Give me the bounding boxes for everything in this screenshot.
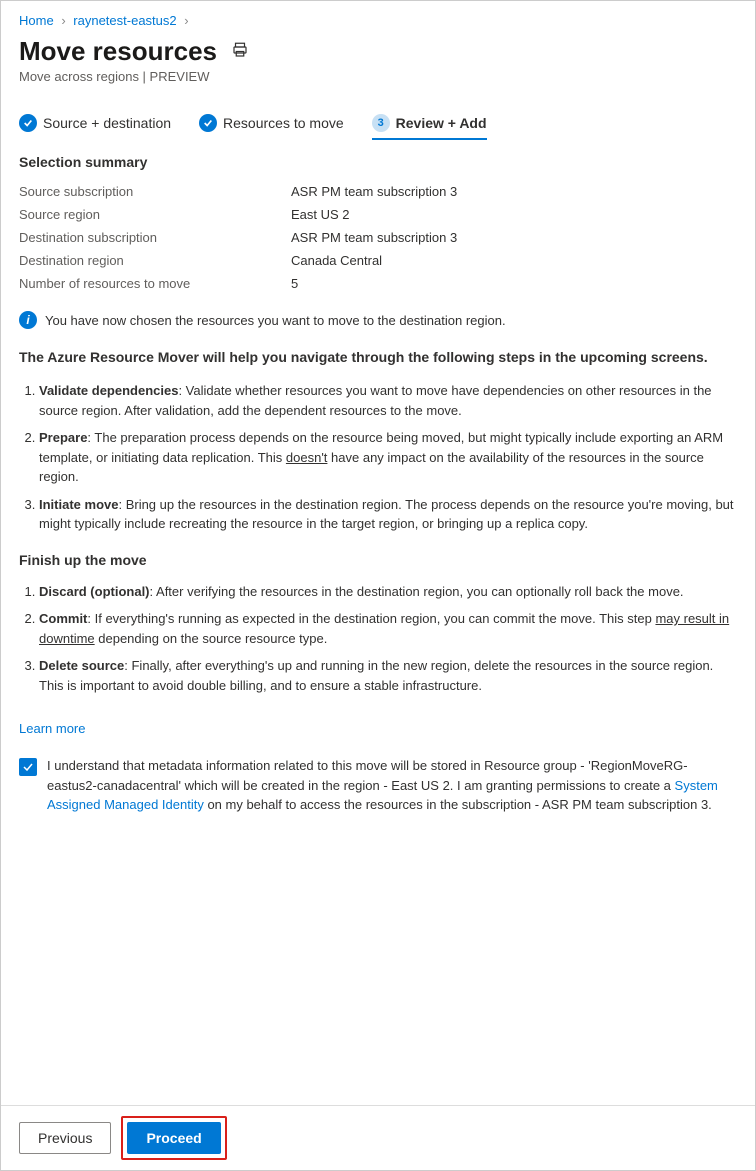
finish-steps-list: Discard (optional): After verifying the … <box>19 578 737 700</box>
wizard-tabs: Source + destination Resources to move 3… <box>19 108 737 140</box>
summary-key: Destination subscription <box>19 230 291 245</box>
list-item: Initiate move: Bring up the resources in… <box>39 491 737 538</box>
selection-summary-table: Source subscription ASR PM team subscrip… <box>19 180 737 295</box>
tab-source-destination[interactable]: Source + destination <box>19 108 171 140</box>
summary-value: 5 <box>291 276 298 291</box>
page-subtitle: Move across regions | PREVIEW <box>19 69 737 84</box>
wizard-footer: Previous Proceed <box>1 1105 755 1170</box>
summary-value: East US 2 <box>291 207 350 222</box>
summary-value: Canada Central <box>291 253 382 268</box>
consent-row: I understand that metadata information r… <box>19 756 737 815</box>
info-text: You have now chosen the resources you wa… <box>45 313 506 328</box>
finish-heading: Finish up the move <box>19 552 737 568</box>
info-banner: i You have now chosen the resources you … <box>19 311 737 329</box>
consent-checkbox[interactable] <box>19 758 37 776</box>
breadcrumb-home[interactable]: Home <box>19 13 54 28</box>
tab-resources-to-move[interactable]: Resources to move <box>199 108 344 140</box>
prepare-steps-list: Validate dependencies: Validate whether … <box>19 377 737 538</box>
tab-label: Resources to move <box>223 115 344 131</box>
summary-key: Source subscription <box>19 184 291 199</box>
steps-intro: The Azure Resource Mover will help you n… <box>19 349 737 365</box>
chevron-right-icon: › <box>57 13 69 28</box>
tab-label: Review + Add <box>396 115 487 131</box>
info-icon: i <box>19 311 37 329</box>
selection-summary-heading: Selection summary <box>19 154 737 170</box>
summary-value: ASR PM team subscription 3 <box>291 184 457 199</box>
summary-key: Destination region <box>19 253 291 268</box>
previous-button[interactable]: Previous <box>19 1122 111 1154</box>
list-item: Validate dependencies: Validate whether … <box>39 377 737 424</box>
page-title: Move resources <box>19 36 217 67</box>
list-item: Discard (optional): After verifying the … <box>39 578 737 606</box>
list-item: Commit: If everything's running as expec… <box>39 605 737 652</box>
proceed-highlight: Proceed <box>121 1116 226 1160</box>
list-item: Delete source: Finally, after everything… <box>39 652 737 699</box>
learn-more-link[interactable]: Learn more <box>19 721 85 736</box>
breadcrumb-resource[interactable]: raynetest-eastus2 <box>73 13 176 28</box>
check-icon <box>19 114 37 132</box>
summary-value: ASR PM team subscription 3 <box>291 230 457 245</box>
step-number-icon: 3 <box>372 114 390 132</box>
summary-key: Source region <box>19 207 291 222</box>
tab-review-add[interactable]: 3 Review + Add <box>372 108 487 140</box>
consent-text: I understand that metadata information r… <box>47 756 727 815</box>
tab-label: Source + destination <box>43 115 171 131</box>
breadcrumb: Home › raynetest-eastus2 › <box>19 11 737 34</box>
list-item: Prepare: The preparation process depends… <box>39 424 737 491</box>
proceed-button[interactable]: Proceed <box>127 1122 220 1154</box>
check-icon <box>199 114 217 132</box>
chevron-right-icon: › <box>180 13 192 28</box>
summary-key: Number of resources to move <box>19 276 291 291</box>
print-icon[interactable] <box>231 41 249 62</box>
